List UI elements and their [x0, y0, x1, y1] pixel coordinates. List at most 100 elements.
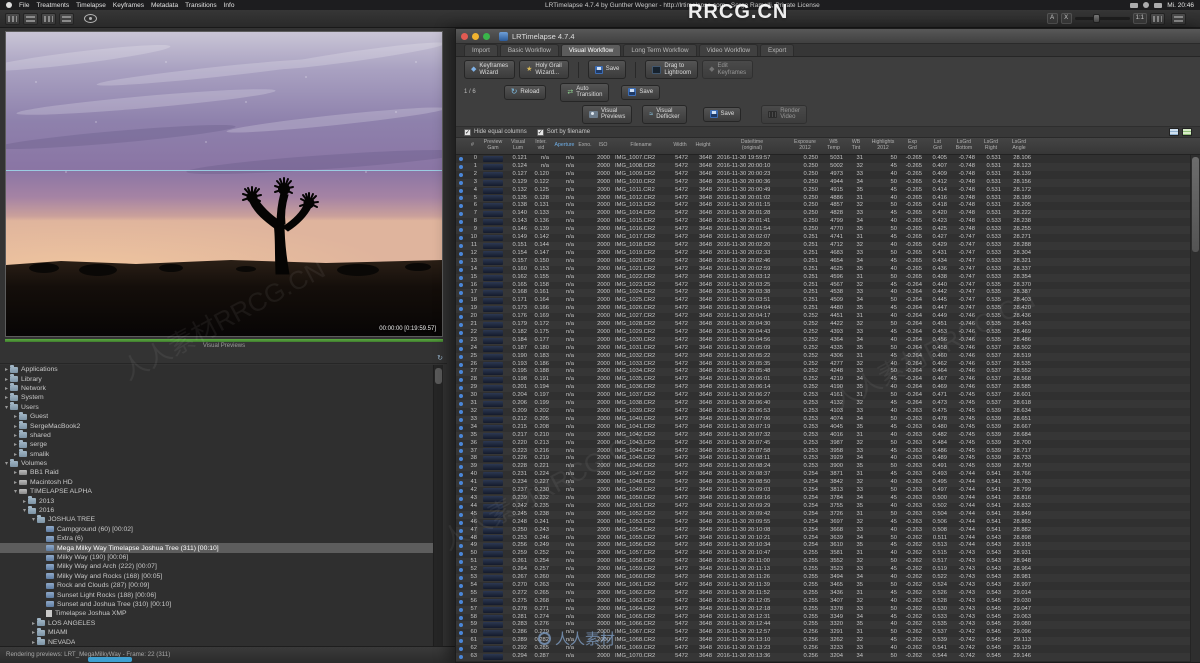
- filmstrip-icon[interactable]: [1150, 12, 1165, 25]
- tree-item[interactable]: Extra (6): [0, 534, 433, 543]
- chevron-right-icon[interactable]: ▸: [12, 432, 19, 439]
- chevron-right-icon[interactable]: ▸: [12, 451, 19, 458]
- table-row[interactable]: 16 0.165 0.158 n/a 2000 IMG_1023.CR2 5472 3648 2…: [456, 281, 1190, 290]
- table-row[interactable]: 54 0.270 0.263 n/a 2000 IMG_1061.CR2 5472 3648 2…: [456, 581, 1190, 590]
- menu-item-metadata[interactable]: Metadata: [151, 2, 178, 9]
- column-header[interactable]: Inter. vid: [530, 138, 552, 154]
- menu-item-info[interactable]: Info: [224, 2, 235, 9]
- tree-item[interactable]: ▸ LOS ANGELES: [0, 618, 433, 628]
- column-header[interactable]: #: [465, 138, 480, 154]
- table-row[interactable]: 39 0.228 0.221 n/a 2000 IMG_1046.CR2 5472 3648 2…: [456, 463, 1190, 472]
- preview-image[interactable]: 00:00:00 [0:19:59.57]: [5, 31, 443, 337]
- menubar-clock[interactable]: Mi. 20:46: [1167, 2, 1194, 9]
- tab-import[interactable]: Import: [464, 44, 498, 56]
- checkbox-check-icon[interactable]: ✓: [536, 128, 544, 136]
- tab-basic-workflow[interactable]: Basic Workflow: [499, 44, 559, 56]
- table-row[interactable]: 7 0.140 0.133 n/a 2000 IMG_1014.CR2 5472 3648 20…: [456, 210, 1190, 219]
- column-header[interactable]: Exp Grd: [900, 138, 925, 154]
- layout-rows-icon[interactable]: [23, 12, 38, 25]
- column-header[interactable]: WB Temp: [821, 138, 846, 154]
- column-header[interactable]: Date/time (original): [715, 138, 789, 154]
- table-row[interactable]: 49 0.256 0.249 n/a 2000 IMG_1056.CR2 5472 3648 2…: [456, 542, 1190, 551]
- battery-icon[interactable]: [1154, 2, 1163, 8]
- table-row[interactable]: 15 0.162 0.155 n/a 2000 IMG_1022.CR2 5472 3648 2…: [456, 273, 1190, 282]
- column-header[interactable]: Preview Gam: [480, 138, 506, 154]
- table-row[interactable]: 10 0.149 0.142 n/a 2000 IMG_1017.CR2 5472 3648 2…: [456, 234, 1190, 242]
- tree-item[interactable]: ▸ SergeMacBook2: [0, 421, 433, 430]
- tree-item[interactable]: ▸ Network: [0, 383, 433, 393]
- table-row[interactable]: 28 0.198 0.191 n/a 2000 IMG_1035.CR2 5472 3648 2…: [456, 376, 1190, 385]
- table-row[interactable]: 1 0.124 n/a n/a 2000 IMG_1008.CR2 5472 3648 2016…: [456, 162, 1190, 171]
- table-row[interactable]: 13 0.157 0.150 n/a 2000 IMG_1020.CR2 5472 3648 2…: [456, 257, 1190, 266]
- tree-scrollbar-thumb[interactable]: [435, 368, 442, 384]
- table-row[interactable]: 45 0.245 0.238 n/a 2000 IMG_1052.CR2 5472 3648 2…: [456, 510, 1190, 519]
- chevron-right-icon[interactable]: ▸: [12, 479, 19, 486]
- table-row[interactable]: 24 0.187 0.180 n/a 2000 IMG_1031.CR2 5472 3648 2…: [456, 344, 1190, 353]
- column-header[interactable]: Exposure 2012: [789, 138, 821, 154]
- tree-item[interactable]: ▸ serge: [0, 439, 433, 449]
- tree-item[interactable]: ▾ Volumes: [0, 458, 433, 468]
- table-row[interactable]: 44 0.242 0.235 n/a 2000 IMG_1051.CR2 5472 3648 2…: [456, 502, 1190, 511]
- tree-item[interactable]: ▾ JOSHUA TREE: [0, 514, 433, 524]
- table-row[interactable]: 21 0.179 0.172 n/a 2000 IMG_1028.CR2 5472 3648 2…: [456, 321, 1190, 329]
- edit-keyframes-button[interactable]: ◆ Edit Keyframes: [702, 60, 754, 79]
- zoom-slider[interactable]: [1074, 14, 1130, 23]
- tab-visual-workflow[interactable]: Visual Workflow: [560, 44, 622, 56]
- tree-item[interactable]: Sunset Light Rocks (188) [00:06]: [0, 590, 433, 599]
- tree-item[interactable]: ▸ Library: [0, 374, 433, 383]
- table-row[interactable]: 57 0.278 0.271 n/a 2000 IMG_1064.CR2 5472 3648 2…: [456, 605, 1190, 614]
- reload-button[interactable]: ↻ Reload: [503, 84, 547, 100]
- refresh-icon[interactable]: ↻: [437, 355, 443, 363]
- tree-item[interactable]: ▸ Guest: [0, 411, 433, 421]
- table-row[interactable]: 46 0.248 0.241 n/a 2000 IMG_1053.CR2 5472 3648 2…: [456, 518, 1190, 527]
- table-row[interactable]: 34 0.215 0.208 n/a 2000 IMG_1041.CR2 5472 3648 2…: [456, 423, 1190, 432]
- table-row[interactable]: 52 0.264 0.257 n/a 2000 IMG_1059.CR2 5472 3648 2…: [456, 566, 1190, 575]
- render-video-button[interactable]: Render Video: [761, 104, 807, 124]
- table-row[interactable]: 50 0.259 0.252 n/a 2000 IMG_1057.CR2 5472 3648 2…: [456, 550, 1190, 559]
- chevron-right-icon[interactable]: ▸: [3, 376, 10, 383]
- table-row[interactable]: 22 0.182 0.175 n/a 2000 IMG_1029.CR2 5472 3648 2…: [456, 328, 1190, 337]
- tree-item[interactable]: ▸ System: [0, 392, 433, 402]
- table-row[interactable]: 38 0.226 0.219 n/a 2000 IMG_1045.CR2 5472 3648 2…: [456, 455, 1190, 464]
- table-row[interactable]: 40 0.231 0.224 n/a 2000 IMG_1047.CR2 5472 3648 2…: [456, 471, 1190, 480]
- table-row[interactable]: 33 0.212 0.205 n/a 2000 IMG_1040.CR2 5472 3648 2…: [456, 415, 1190, 424]
- export-sheet-icon[interactable]: [1182, 128, 1192, 136]
- tree-item[interactable]: Milky Way and Rocks (168) [00:05]: [0, 572, 433, 581]
- zoom-window-icon[interactable]: [483, 32, 490, 40]
- chevron-right-icon[interactable]: ▸: [12, 413, 19, 420]
- table-row[interactable]: 29 0.201 0.194 n/a 2000 IMG_1036.CR2 5472 3648 2…: [456, 384, 1190, 393]
- tree-item[interactable]: Timelapse Joshua XMP: [0, 609, 433, 618]
- drag-to-lightroom-button[interactable]: Drag to Lightroom: [645, 60, 699, 79]
- table-row[interactable]: 17 0.168 0.161 n/a 2000 IMG_1024.CR2 5472 3648 2…: [456, 289, 1190, 298]
- chevron-right-icon[interactable]: ▸: [21, 498, 28, 505]
- table-row[interactable]: 32 0.209 0.202 n/a 2000 IMG_1039.CR2 5472 3648 2…: [456, 408, 1190, 416]
- column-header[interactable]: Visual Lum: [506, 138, 530, 154]
- keyframes-wizard-button[interactable]: ◆ Keyframes Wizard: [464, 60, 516, 79]
- tree-item[interactable]: Rock and Clouds (287) [00:09]: [0, 581, 433, 590]
- chevron-right-icon[interactable]: ▸: [30, 639, 37, 646]
- layout-grid-icon[interactable]: [5, 12, 20, 25]
- table-row[interactable]: 36 0.220 0.213 n/a 2000 IMG_1043.CR2 5472 3648 2…: [456, 439, 1190, 448]
- tree-item[interactable]: Campground (60) [00:02]: [0, 525, 433, 534]
- table-row[interactable]: 51 0.261 0.254 n/a 2000 IMG_1058.CR2 5472 3648 2…: [456, 558, 1190, 567]
- chevron-right-icon[interactable]: ▸: [30, 620, 37, 627]
- visual-deflicker-button[interactable]: ≈ Visual Deflicker: [642, 104, 687, 124]
- menu-item-keyframes[interactable]: Keyframes: [113, 2, 144, 9]
- save-button-3[interactable]: Save: [702, 106, 742, 122]
- chevron-right-icon[interactable]: ▸: [12, 423, 19, 430]
- table-row[interactable]: 3 0.129 0.122 n/a 2000 IMG_1010.CR2 5472 3648 20…: [456, 178, 1190, 187]
- apple-menu-icon[interactable]: [6, 2, 12, 8]
- tree-item[interactable]: ▾ 2016: [0, 505, 433, 515]
- tree-item[interactable]: Milky Way and Arch (222) [00:07]: [0, 562, 433, 571]
- menu-item-transitions[interactable]: Transitions: [185, 2, 217, 9]
- table-row[interactable]: 30 0.204 0.197 n/a 2000 IMG_1037.CR2 5472 3648 2…: [456, 392, 1190, 401]
- table-row[interactable]: 4 0.132 0.125 n/a 2000 IMG_1011.CR2 5472 3648 20…: [456, 186, 1190, 195]
- save-button-1[interactable]: Save: [587, 60, 627, 79]
- tree-item[interactable]: Mega Milky Way Timelapse Joshua Tree (31…: [0, 543, 433, 553]
- zoom-slider-knob[interactable]: [1092, 14, 1100, 23]
- table-row[interactable]: 55 0.272 0.265 n/a 2000 IMG_1062.CR2 5472 3648 2…: [456, 589, 1190, 598]
- horizontal-scrollbar-thumb[interactable]: [88, 657, 132, 662]
- table-row[interactable]: 43 0.239 0.232 n/a 2000 IMG_1050.CR2 5472 3648 2…: [456, 494, 1190, 503]
- tab-export[interactable]: Export: [760, 44, 795, 56]
- table-row[interactable]: 23 0.184 0.177 n/a 2000 IMG_1030.CR2 5472 3648 2…: [456, 336, 1190, 345]
